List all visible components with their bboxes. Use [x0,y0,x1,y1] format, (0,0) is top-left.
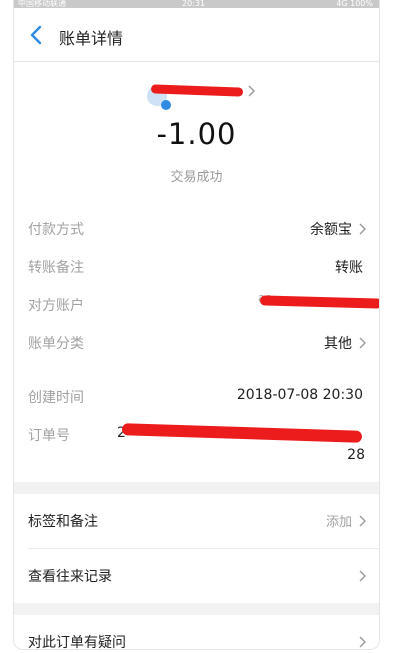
transaction-history-label: 查看往来记录 [28,569,112,585]
order-number-end: 28 [347,447,365,463]
tags-and-notes-row[interactable]: 标签和备注 添加 [14,494,379,548]
section-divider [14,603,379,615]
status-bar: 中国移动联通 20:31 4G 100% [14,0,379,8]
chevron-right-icon [359,636,366,648]
chevron-right-icon [359,223,366,235]
counterparty-account-label: 对方账户 [28,298,84,314]
created-time-value: 2018-07-08 20:30 [236,387,363,403]
bill-category-row[interactable]: 账单分类 其他 [14,323,379,361]
chevron-right-icon [248,85,255,97]
payment-method-value: 余额宝 [310,222,352,238]
page-title: 账单详情 [59,29,124,48]
verified-badge-icon [161,100,171,110]
tags-and-notes-label: 标签和备注 [28,514,98,530]
bill-header: -1.00 交易成功 [14,62,379,197]
transfer-note-value: 转账 [335,260,363,276]
amount-value: -1.00 [156,117,237,151]
chevron-right-icon [359,515,366,527]
payment-method-row[interactable]: 付款方式 余额宝 [14,209,379,247]
transaction-history-row[interactable]: 查看往来记录 [14,549,379,603]
bill-category-value: 其他 [324,336,352,352]
created-time-label: 创建时间 [28,390,84,406]
bill-category-label: 账单分类 [28,336,84,352]
redacted-order-number [121,423,363,443]
nav-bar: 账单详情 [14,8,379,62]
transaction-status: 交易成功 [170,170,223,185]
payment-method-label: 付款方式 [28,222,84,238]
back-arrow-icon[interactable] [26,22,48,48]
section-divider [14,482,379,494]
transfer-note-row: 转账备注 转账 [14,247,379,285]
chevron-right-icon [359,337,366,349]
transfer-note-label: 转账备注 [28,260,84,276]
order-number-label: 订单号 [28,428,70,444]
redacted-account [259,295,379,309]
battery-label: 4G 100% [336,0,373,8]
counterparty-account-row: 对方账户 aa [14,285,379,323]
status-time: 20:31 [182,0,206,8]
order-question-label: 对此订单有疑问 [28,635,126,650]
carrier-label: 中国移动联通 [18,0,66,8]
payee-link[interactable] [147,78,255,110]
add-tag-label: 添加 [325,515,352,530]
phone-screen: 中国移动联通 20:31 4G 100% 账单详情 -1.00 交易成功 付款方… [13,0,380,650]
order-number-row: 订单号 2 28 [14,415,379,477]
order-question-row[interactable]: 对此订单有疑问 [14,615,379,650]
chevron-right-icon [359,570,366,582]
created-time-row: 创建时间 2018-07-08 20:30 [14,377,379,415]
